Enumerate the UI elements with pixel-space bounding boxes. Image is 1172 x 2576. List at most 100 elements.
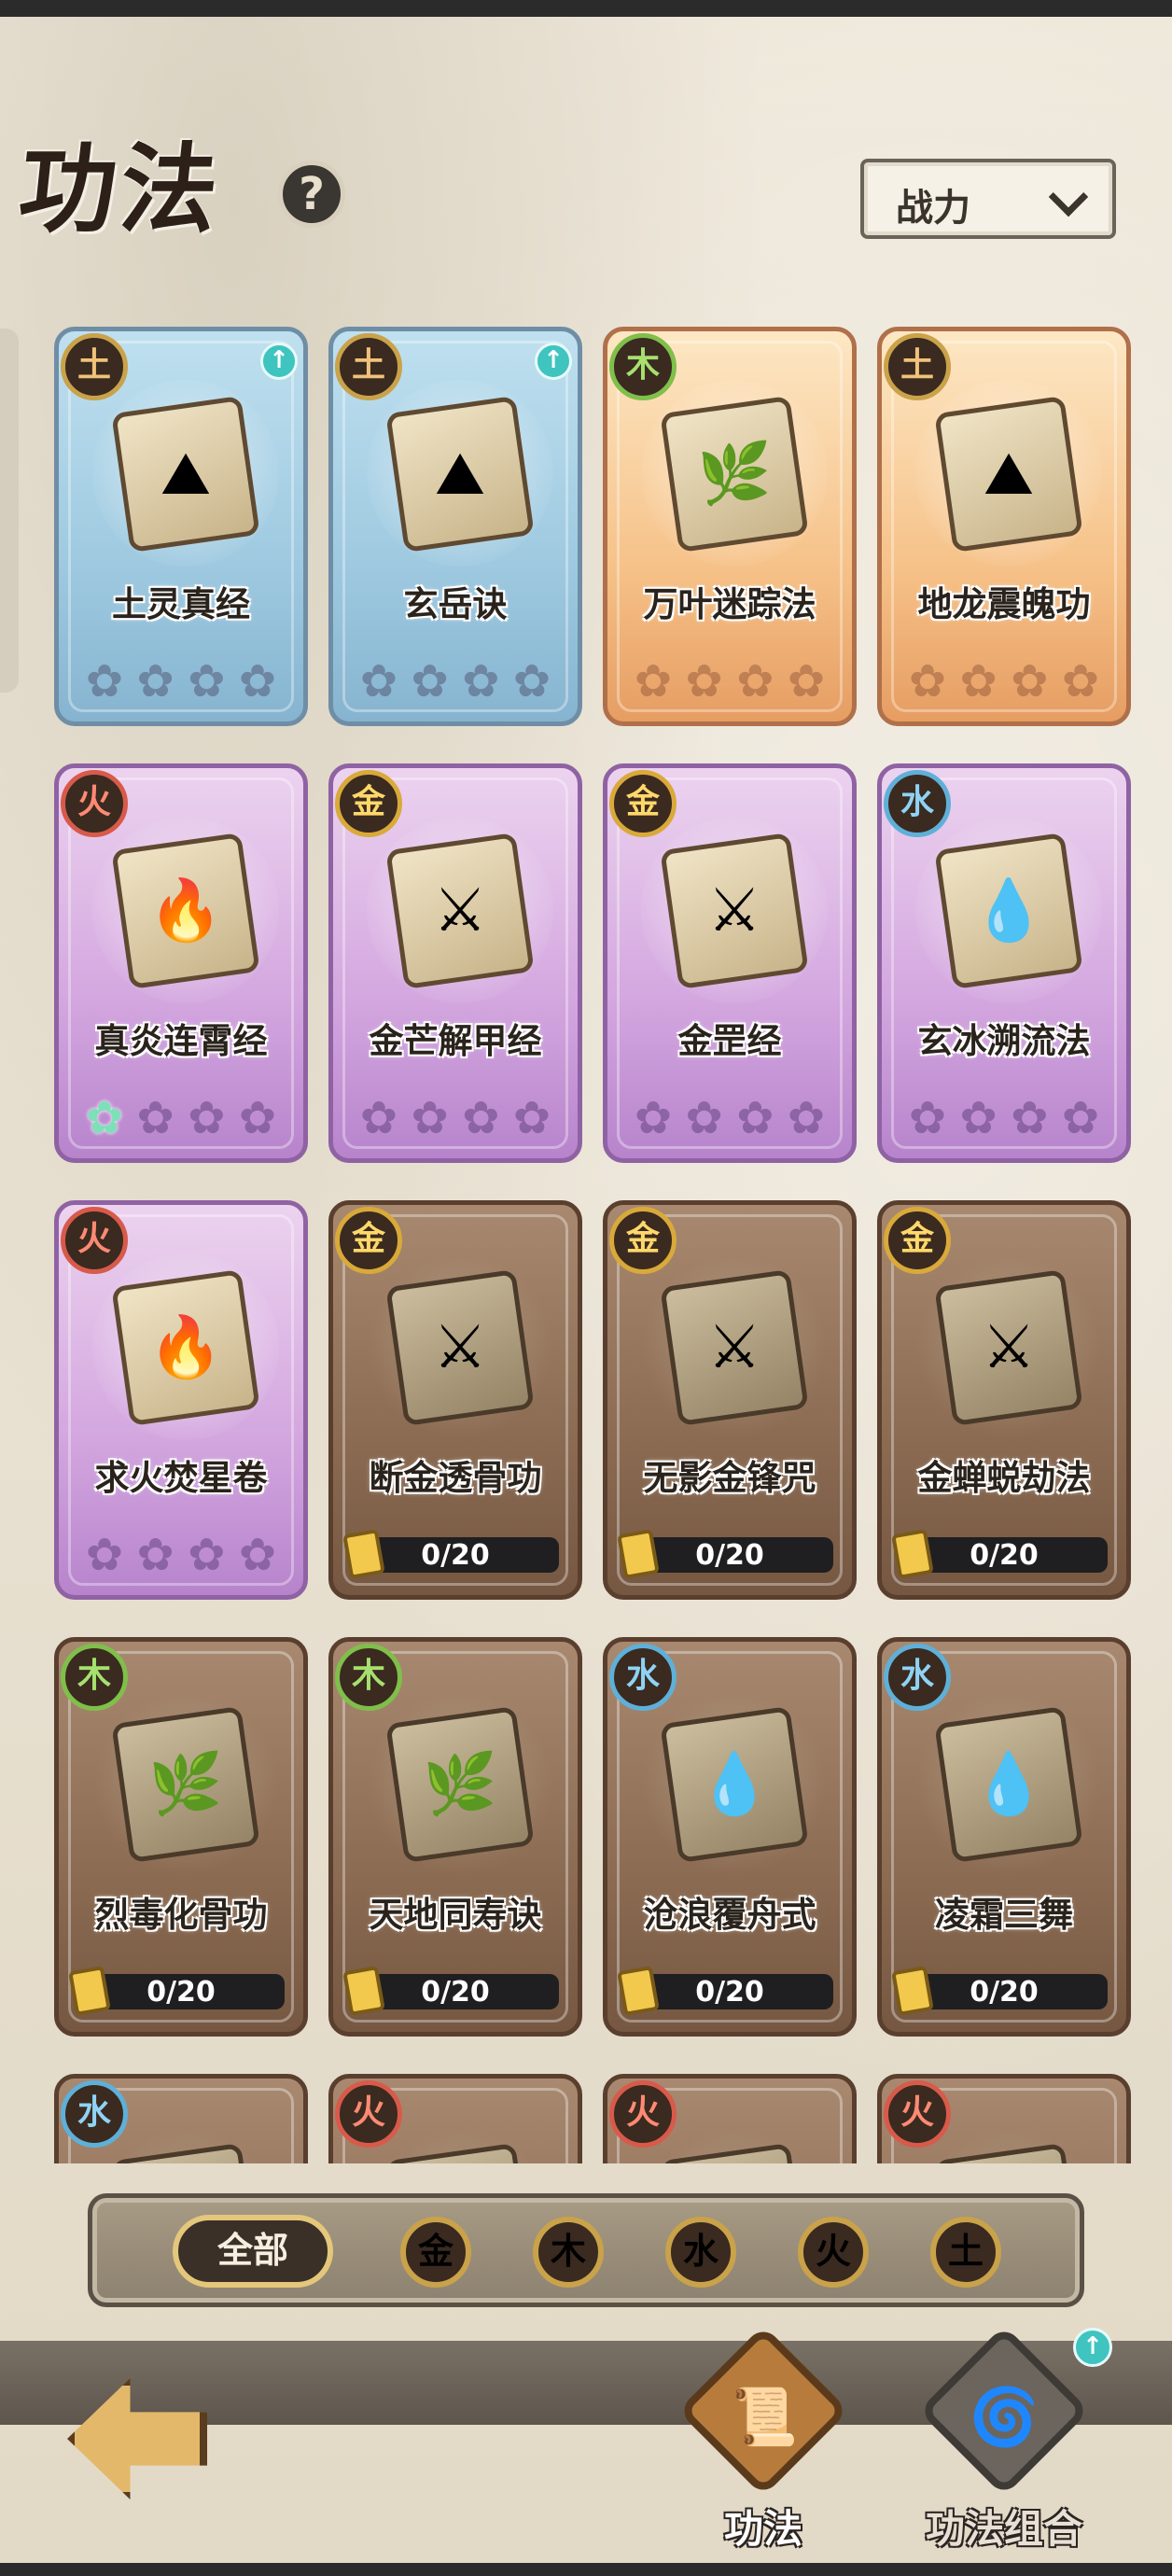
- scroll-icon: ⚔: [660, 832, 809, 990]
- sort-select[interactable]: 战力: [860, 159, 1116, 239]
- card-art-glyph-icon: 💧: [971, 876, 1046, 945]
- star-empty-icon: ✿: [188, 1529, 226, 1581]
- card-name: 沧浪覆舟式: [643, 1895, 816, 1935]
- filter-wood-button[interactable]: 木: [533, 2217, 604, 2288]
- gongfa-card[interactable]: 🌿 木万叶迷踪法 ✿ ✿ ✿ ✿: [603, 327, 857, 726]
- tab-gongfa-label: 功法: [723, 2506, 802, 2552]
- scroll-icon: 🔥: [111, 1268, 260, 1427]
- star-empty-icon: ✿: [136, 1529, 174, 1581]
- upgrade-arrow-icon: ↑: [260, 343, 298, 380]
- gongfa-card[interactable]: 🔥火: [877, 2074, 1131, 2163]
- gongfa-card[interactable]: 💧 水凌霜三舞 0/20: [877, 1637, 1131, 2037]
- gongfa-card[interactable]: 💧水: [54, 2074, 308, 2163]
- element-badge-icon: 木: [61, 1644, 128, 1711]
- fragment-progress-text: 0/20: [146, 1976, 216, 2009]
- filter-earth-button[interactable]: 土: [930, 2217, 1001, 2288]
- gongfa-card[interactable]: ⚔ 金无影金锋咒 0/20: [603, 1200, 857, 1600]
- tab-gongfa[interactable]: 📜 功法: [651, 2325, 875, 2555]
- dragon-scroll-icon: 🌿: [385, 1705, 535, 1864]
- upgrade-arrow-icon: ↑: [535, 343, 572, 380]
- dragon-scroll-icon: 🌿: [660, 395, 809, 553]
- card-name: 断金透骨功: [369, 1458, 542, 1498]
- gongfa-card[interactable]: 🌿 木天地同寿诀 0/20: [328, 1637, 582, 2037]
- gongfa-card[interactable]: 🔥 火求火焚星卷 ✿ ✿ ✿ ✿: [54, 1200, 308, 1600]
- dragon-scroll-icon: 💧: [934, 1705, 1083, 1864]
- star-empty-icon: ✿: [411, 655, 449, 707]
- gongfa-card[interactable]: 🌿 木烈毒化骨功 0/20: [54, 1637, 308, 2037]
- gongfa-card[interactable]: ⚔ 金断金透骨功 0/20: [328, 1200, 582, 1600]
- card-name: 金蝉蜕劫法: [917, 1458, 1091, 1498]
- card-name: 金罡经: [677, 1021, 782, 1061]
- element-badge-icon: 火: [335, 2080, 402, 2148]
- filter-water-button[interactable]: 水: [665, 2217, 736, 2288]
- card-name: 金芒解甲经: [369, 1021, 542, 1061]
- card-art-glyph-icon: ⚔: [433, 1313, 487, 1382]
- star-empty-icon: ✿: [634, 1092, 673, 1144]
- star-rating: ✿ ✿ ✿ ✿: [81, 1091, 281, 1145]
- star-rating: ✿ ✿ ✿ ✿: [81, 654, 281, 708]
- upgrade-arrow-icon: ↑: [1073, 2328, 1112, 2367]
- star-empty-icon: ✿: [787, 1092, 826, 1144]
- element-badge-icon: 水: [884, 770, 951, 837]
- gongfa-card[interactable]: ⛰ 土 ↑ 土灵真经 ✿ ✿ ✿ ✿: [54, 327, 308, 726]
- fragment-progress-text: 0/20: [695, 1539, 764, 1572]
- tab-gongfa-combo[interactable]: 🌀 功法组合: [892, 2325, 1116, 2555]
- filter-metal-button[interactable]: 金: [400, 2217, 471, 2288]
- fragment-progress-text: 0/20: [970, 1539, 1039, 1572]
- star-empty-icon: ✿: [736, 655, 774, 707]
- card-art-glyph-icon: ⚔: [707, 1313, 761, 1382]
- card-art-glyph-icon: 🔥: [948, 2156, 1069, 2163]
- gongfa-card[interactable]: 🔥火: [328, 2074, 582, 2163]
- element-badge-icon: 金: [609, 770, 677, 837]
- dragon-scroll-icon: ⚔: [660, 1268, 809, 1427]
- element-badge-icon: 土: [61, 333, 128, 400]
- star-empty-icon: ✿: [238, 1529, 277, 1581]
- card-name: 烈毒化骨功: [94, 1895, 268, 1935]
- star-empty-icon: ✿: [136, 655, 174, 707]
- card-art-glyph-icon: 🌿: [423, 1750, 497, 1819]
- element-badge-icon: 木: [609, 333, 677, 400]
- back-button[interactable]: [58, 2359, 216, 2518]
- book-icon: ⛰: [111, 395, 260, 553]
- star-rating: ✿ ✿ ✿ ✿: [356, 1091, 555, 1145]
- card-name: 真炎连霄经: [94, 1021, 268, 1061]
- gongfa-card[interactable]: ⚔ 金金罡经 ✿ ✿ ✿ ✿: [603, 763, 857, 1163]
- star-empty-icon: ✿: [736, 1092, 774, 1144]
- star-empty-icon: ✿: [188, 655, 226, 707]
- fragment-progress-text: 0/20: [421, 1539, 490, 1572]
- card-name: 地龙震魄功: [917, 584, 1091, 624]
- help-icon[interactable]: ?: [278, 161, 345, 228]
- element-badge-icon: 火: [61, 770, 128, 837]
- card-art-glyph-icon: ⛰: [435, 440, 485, 509]
- chevron-down-icon: [1048, 176, 1089, 217]
- star-rating: ✿ ✿ ✿ ✿: [904, 654, 1104, 708]
- filter-all-button[interactable]: 全部: [173, 2215, 333, 2288]
- star-empty-icon: ✿: [136, 1092, 174, 1144]
- element-badge-icon: 火: [884, 2080, 951, 2148]
- fragment-progress-bar: 0/20: [342, 1529, 559, 1579]
- card-art-glyph-icon: 🔥: [399, 2156, 521, 2163]
- page-title: 功法: [13, 132, 228, 246]
- gongfa-card[interactable]: ⛰ 土 ↑ 玄岳诀 ✿ ✿ ✿ ✿: [328, 327, 582, 726]
- card-name: 玄冰溯流法: [917, 1021, 1091, 1061]
- card-name: 土灵真经: [112, 584, 250, 624]
- gongfa-card[interactable]: 🔥火: [603, 2074, 857, 2163]
- gongfa-card[interactable]: 💧 水玄冰溯流法 ✿ ✿ ✿ ✿: [877, 763, 1131, 1163]
- star-empty-icon: ✿: [85, 1529, 124, 1581]
- gongfa-card[interactable]: ⚔ 金金芒解甲经 ✿ ✿ ✿ ✿: [328, 763, 582, 1163]
- star-rating: ✿ ✿ ✿ ✿: [630, 654, 830, 708]
- gongfa-card[interactable]: ⚔ 金金蝉蜕劫法 0/20: [877, 1200, 1131, 1600]
- card-name: 求火焚星卷: [94, 1458, 268, 1498]
- gongfa-card[interactable]: ⛰ 土地龙震魄功 ✿ ✿ ✿ ✿: [877, 327, 1131, 726]
- element-badge-icon: 土: [335, 333, 402, 400]
- tab-gongfa-combo-label: 功法组合: [925, 2506, 1082, 2552]
- card-art-glyph-icon: 🔥: [674, 2156, 795, 2163]
- star-empty-icon: ✿: [238, 1092, 277, 1144]
- filter-fire-button[interactable]: 火: [798, 2217, 869, 2288]
- star-empty-icon: ✿: [1061, 1092, 1100, 1144]
- gongfa-card[interactable]: 💧 水沧浪覆舟式 0/20: [603, 1637, 857, 2037]
- fragment-progress-text: 0/20: [970, 1976, 1039, 2009]
- element-badge-icon: 火: [609, 2080, 677, 2148]
- star-empty-icon: ✿: [1011, 1092, 1049, 1144]
- gongfa-card[interactable]: 🔥 火真炎连霄经 ✿ ✿ ✿ ✿: [54, 763, 308, 1163]
